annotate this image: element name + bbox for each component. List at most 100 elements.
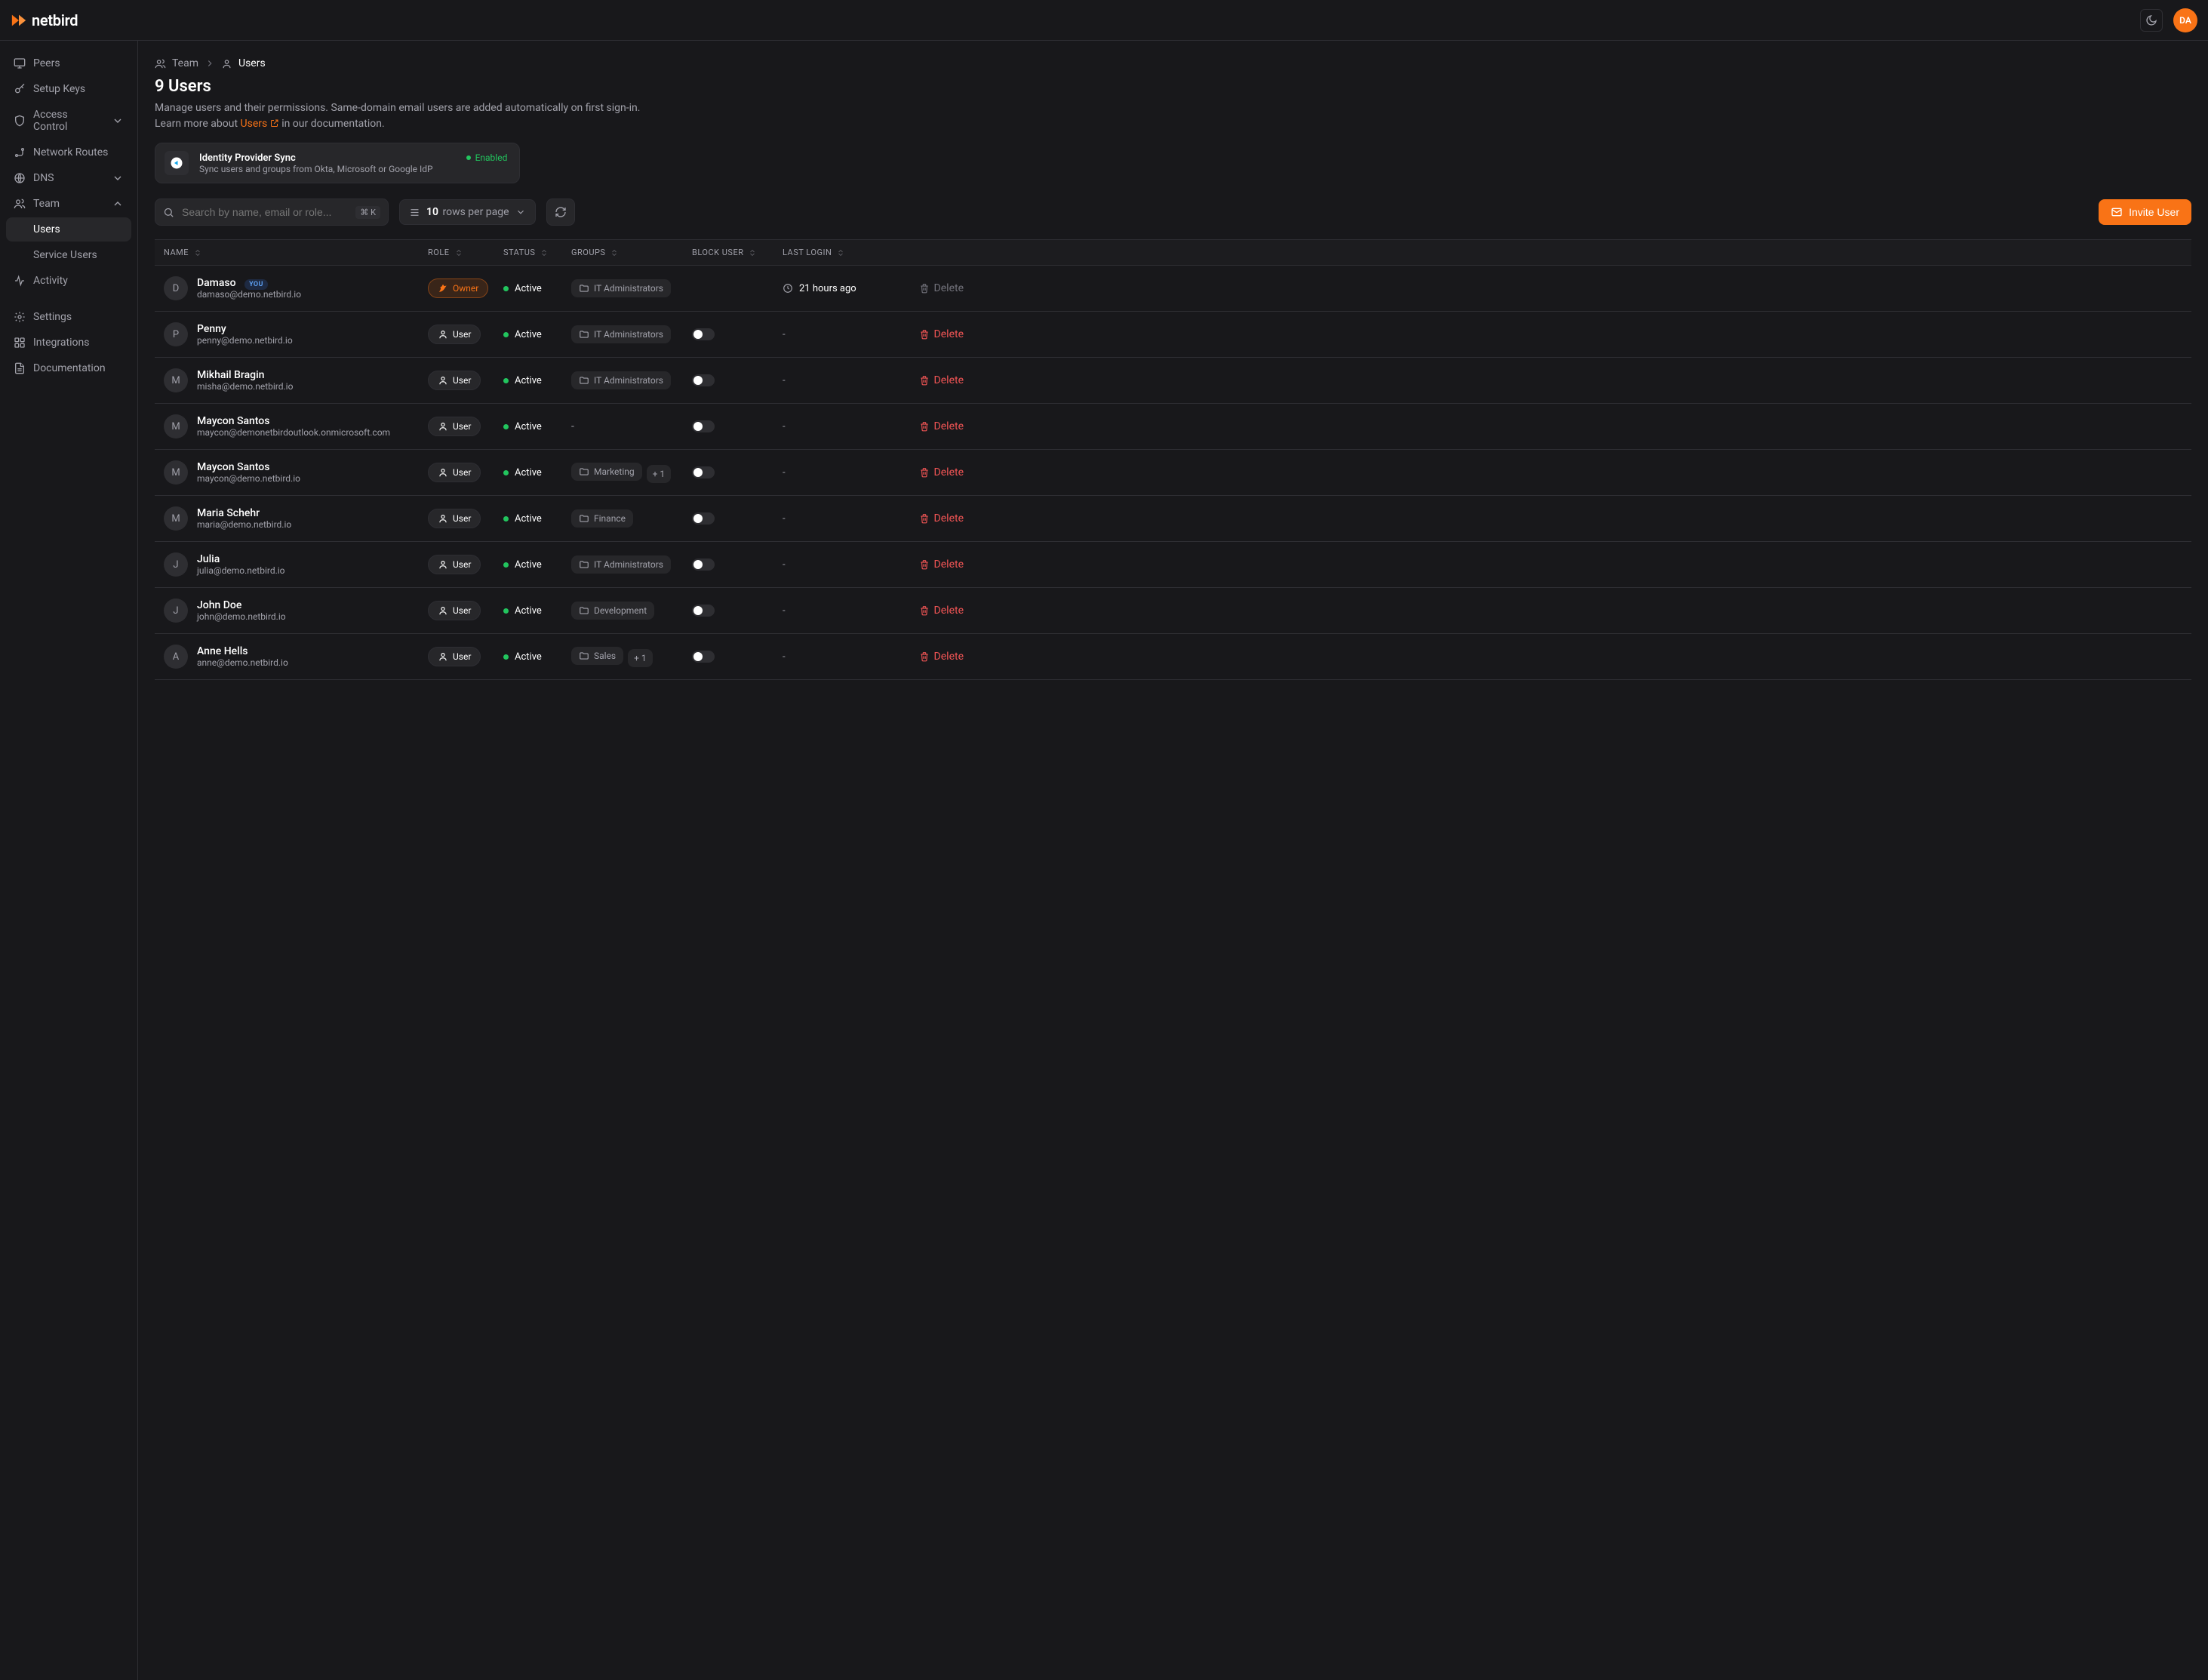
column-role[interactable]: ROLE	[428, 248, 503, 257]
sidebar-item-settings[interactable]: Settings	[6, 305, 131, 329]
table-row[interactable]: P Penny penny@demo.netbird.io User Activ…	[155, 312, 2191, 358]
block-user-toggle[interactable]	[692, 374, 715, 386]
search-input[interactable]	[180, 205, 349, 219]
sidebar-label: Settings	[33, 311, 72, 323]
table-row[interactable]: D Damaso YOU damaso@demo.netbird.io Owne…	[155, 266, 2191, 312]
group-chip[interactable]: Finance	[571, 509, 633, 528]
user-avatar: D	[164, 276, 188, 300]
block-user-toggle[interactable]	[692, 605, 715, 617]
rows-per-page-select[interactable]: 10 rows per page	[399, 199, 536, 225]
role-badge[interactable]: User	[428, 647, 481, 666]
delete-button[interactable]: Delete	[903, 466, 964, 478]
group-chip[interactable]: Sales	[571, 647, 623, 665]
group-chip[interactable]: IT Administrators	[571, 371, 671, 389]
sidebar-item-setup-keys[interactable]: Setup Keys	[6, 77, 131, 101]
table-row[interactable]: A Anne Hells anne@demo.netbird.io User A…	[155, 634, 2191, 680]
sidebar-item-peers[interactable]: Peers	[6, 51, 131, 75]
last-login: -	[783, 375, 903, 386]
user-name: Mikhail Bragin	[197, 369, 264, 381]
block-user-toggle[interactable]	[692, 466, 715, 478]
group-chip[interactable]: IT Administrators	[571, 555, 671, 574]
user-avatar: P	[164, 322, 188, 346]
breadcrumb-team[interactable]: Team	[172, 57, 198, 69]
role-badge[interactable]: User	[428, 601, 481, 620]
groups-cell: Development	[571, 602, 692, 620]
user-icon	[438, 559, 448, 570]
table-row[interactable]: J John Doe john@demo.netbird.io User Act…	[155, 588, 2191, 634]
chevron-right-icon	[205, 58, 215, 69]
brand[interactable]: netbird	[11, 11, 78, 29]
sidebar-item-network-routes[interactable]: Network Routes	[6, 140, 131, 165]
role-badge[interactable]: User	[428, 325, 481, 344]
status-cell: Active	[503, 329, 571, 340]
sidebar-item-team[interactable]: Team	[6, 192, 131, 216]
topbar: netbird DA	[0, 0, 2208, 41]
delete-button[interactable]: Delete	[903, 374, 964, 386]
list-icon	[409, 207, 420, 218]
group-chip[interactable]: Marketing	[571, 463, 642, 481]
user-name: Anne Hells	[197, 645, 248, 657]
user-name: Maycon Santos	[197, 461, 269, 473]
delete-button[interactable]: Delete	[903, 328, 964, 340]
docs-link[interactable]: Users	[241, 118, 279, 130]
sidebar-item-access-control[interactable]: Access Control	[6, 103, 131, 139]
sidebar-item-service-users[interactable]: Service Users	[6, 243, 131, 267]
page-description: Manage users and their permissions. Same…	[155, 100, 758, 132]
profile-avatar[interactable]: DA	[2173, 8, 2197, 32]
column-block-user[interactable]: BLOCK USER	[692, 248, 783, 257]
sidebar-item-integrations[interactable]: Integrations	[6, 331, 131, 355]
chevron-down-icon	[112, 172, 124, 184]
table-row[interactable]: J Julia julia@demo.netbird.io User Activ…	[155, 542, 2191, 588]
column-groups[interactable]: GROUPS	[571, 248, 692, 257]
theme-toggle-button[interactable]	[2140, 9, 2163, 32]
block-user-toggle[interactable]	[692, 328, 715, 340]
table-row[interactable]: M Maycon Santos maycon@demo.netbird.io U…	[155, 450, 2191, 496]
delete-button[interactable]: Delete	[903, 420, 964, 432]
role-badge[interactable]: User	[428, 509, 481, 528]
sidebar-item-users[interactable]: Users	[6, 217, 131, 242]
column-name[interactable]: NAME	[164, 248, 428, 257]
group-chip[interactable]: IT Administrators	[571, 325, 671, 343]
invite-user-button[interactable]: Invite User	[2099, 199, 2191, 225]
table-row[interactable]: M Maria Schehr maria@demo.netbird.io Use…	[155, 496, 2191, 542]
refresh-button[interactable]	[546, 198, 575, 226]
sidebar-item-documentation[interactable]: Documentation	[6, 356, 131, 380]
column-last-login[interactable]: LAST LOGIN	[783, 248, 903, 257]
trash-icon	[919, 467, 930, 478]
role-badge[interactable]: User	[428, 417, 481, 436]
extra-groups-chip[interactable]: + 1	[647, 465, 672, 483]
table-row[interactable]: M Mikhail Bragin misha@demo.netbird.io U…	[155, 358, 2191, 404]
last-login: -	[783, 329, 903, 340]
block-cell	[692, 651, 783, 663]
column-status[interactable]: STATUS	[503, 248, 571, 257]
block-user-toggle[interactable]	[692, 558, 715, 571]
groups-cell: IT Administrators	[571, 279, 692, 297]
trash-icon	[919, 421, 930, 432]
sidebar-item-dns[interactable]: DNS	[6, 166, 131, 190]
bird-icon	[438, 283, 448, 294]
group-chip[interactable]: Development	[571, 602, 654, 620]
table-row[interactable]: M Maycon Santos maycon@demonetbirdoutloo…	[155, 404, 2191, 450]
delete-button[interactable]: Delete	[903, 512, 964, 525]
block-user-toggle[interactable]	[692, 512, 715, 525]
block-user-toggle[interactable]	[692, 651, 715, 663]
user-avatar: M	[164, 368, 188, 392]
last-login: -	[783, 559, 903, 571]
block-user-toggle[interactable]	[692, 420, 715, 432]
role-badge[interactable]: User	[428, 463, 481, 482]
delete-button[interactable]: Delete	[903, 605, 964, 617]
idp-sync-card[interactable]: Identity Provider Sync Sync users and gr…	[155, 143, 520, 183]
role-badge[interactable]: User	[428, 555, 481, 574]
sort-icon	[454, 248, 463, 257]
group-chip[interactable]: IT Administrators	[571, 279, 671, 297]
delete-button[interactable]: Delete	[903, 558, 964, 571]
search-box[interactable]: ⌘ K	[155, 198, 389, 226]
sidebar-item-activity[interactable]: Activity	[6, 269, 131, 293]
trash-icon	[919, 513, 930, 524]
trash-icon	[919, 329, 930, 340]
last-login: -	[783, 605, 903, 617]
extra-groups-chip[interactable]: + 1	[628, 649, 653, 667]
role-badge[interactable]: Owner	[428, 278, 488, 298]
role-badge[interactable]: User	[428, 371, 481, 390]
delete-button[interactable]: Delete	[903, 651, 964, 663]
